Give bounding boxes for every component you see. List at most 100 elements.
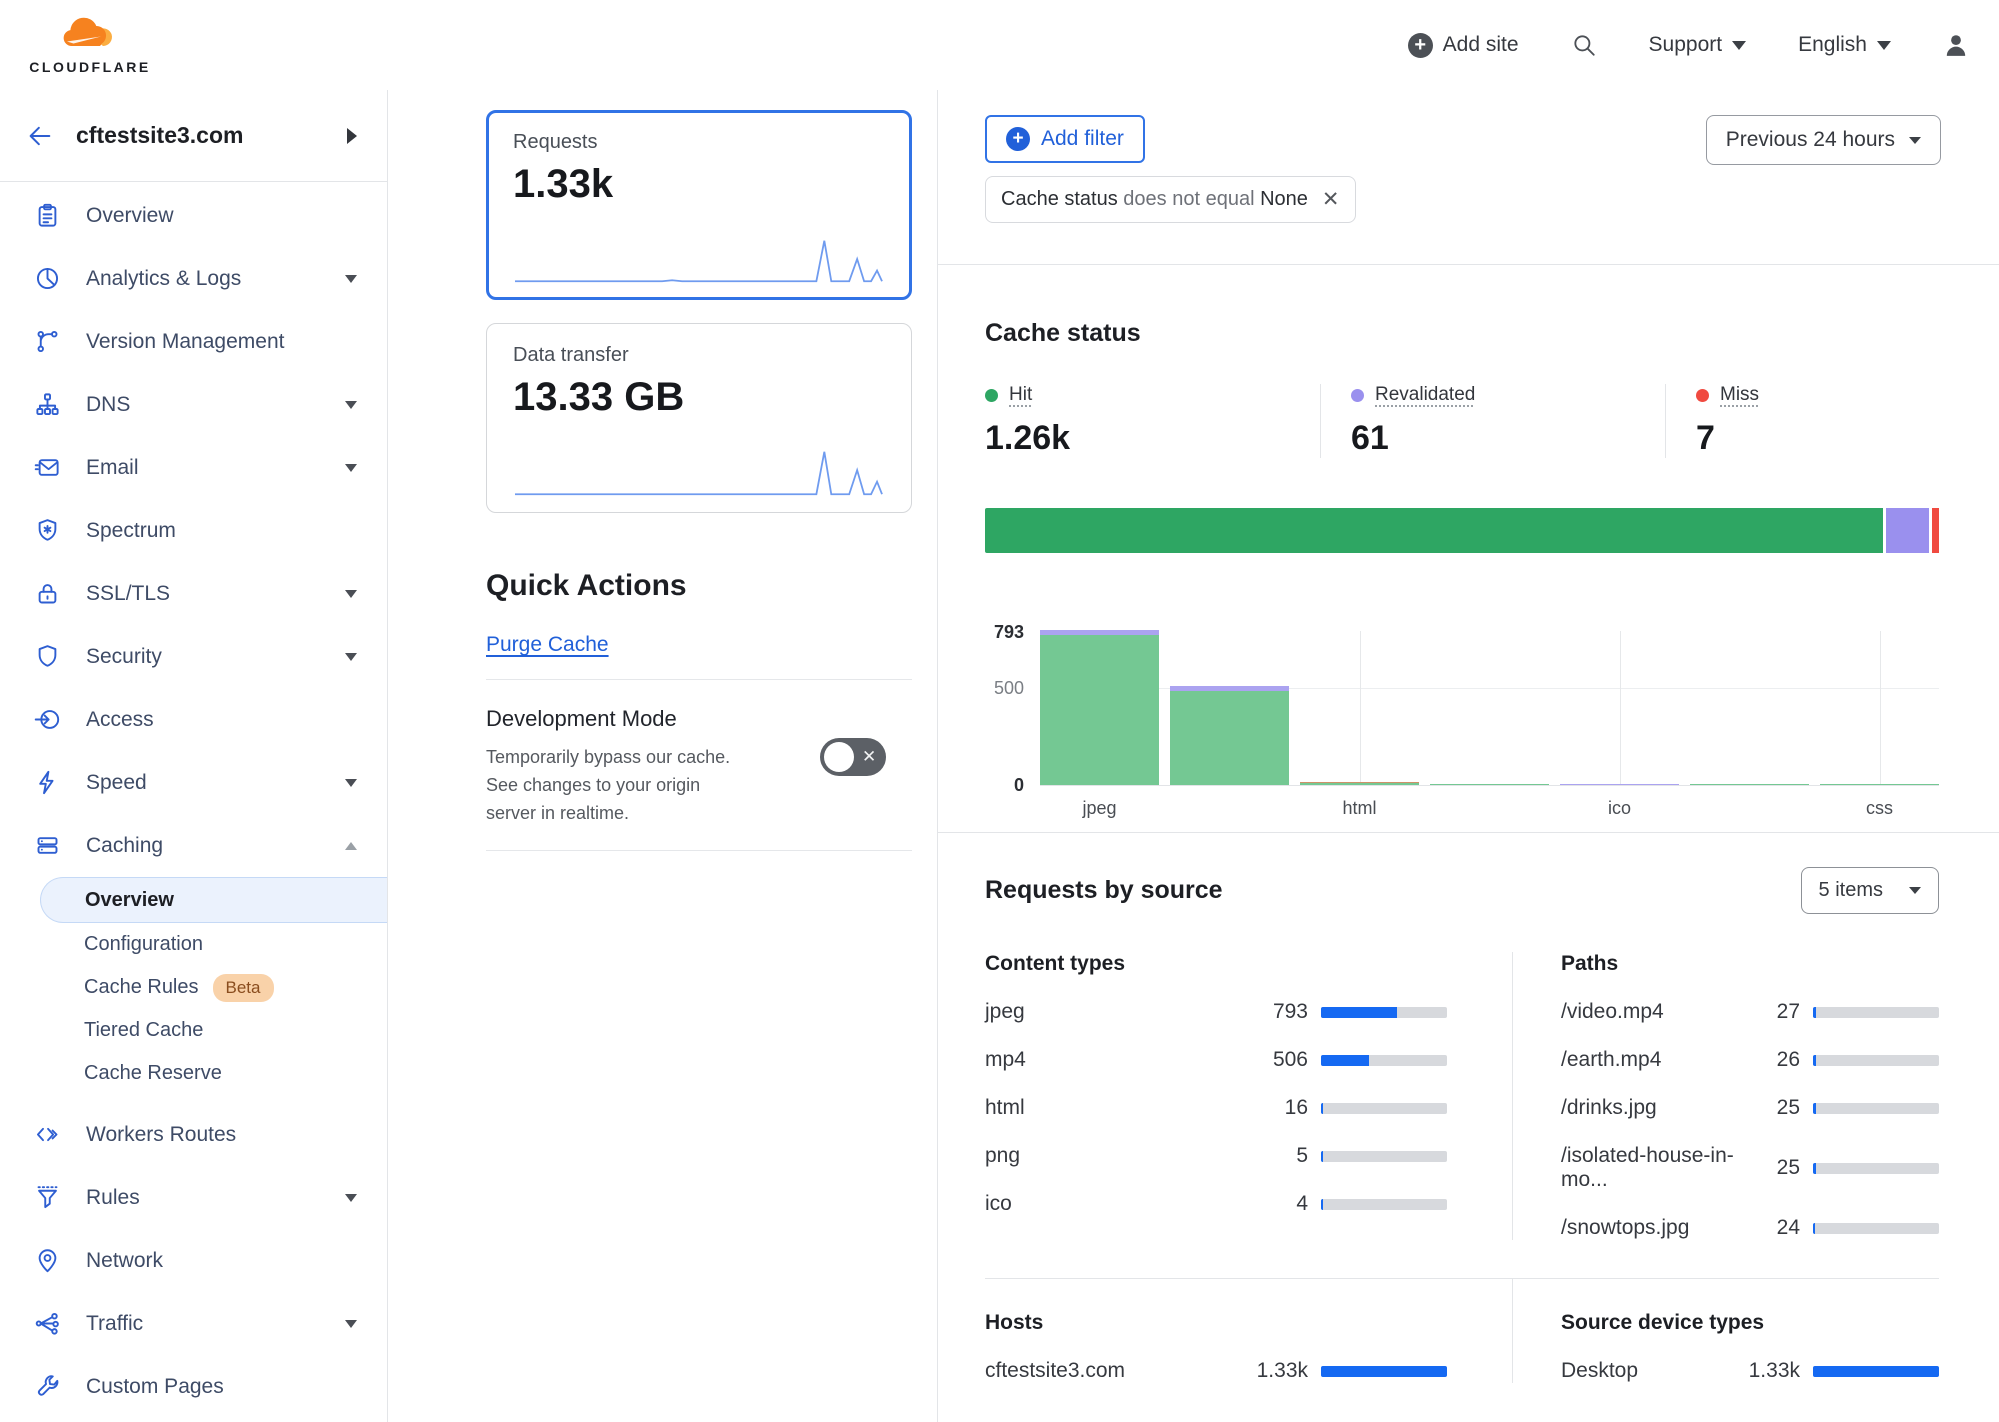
bar-segment-hit xyxy=(1820,784,1939,786)
chart-bar xyxy=(1430,631,1549,785)
sidebar-item-custom-pages[interactable]: Custom Pages xyxy=(0,1355,387,1418)
table-row: png5 xyxy=(985,1144,1447,1168)
cloudflare-cloud-icon xyxy=(59,15,121,57)
chart-bar: jpeg xyxy=(1040,631,1159,785)
pie-chart-icon xyxy=(34,265,61,292)
location-pin-icon xyxy=(34,1247,61,1274)
x-tick-label: html xyxy=(1300,798,1419,819)
miss-value: 7 xyxy=(1696,419,1759,458)
requests-by-source-section: Requests by source 5 items Content types… xyxy=(938,833,1999,1383)
revalidated-label[interactable]: Revalidated xyxy=(1375,384,1475,406)
table-row: /drinks.jpg25 xyxy=(1561,1096,1939,1120)
sidebar-item-overview[interactable]: Overview xyxy=(0,184,387,247)
search-icon[interactable] xyxy=(1571,32,1597,58)
chevron-down-icon xyxy=(1909,137,1921,144)
chevron-down-icon xyxy=(345,275,357,283)
chevron-down-icon xyxy=(1732,41,1746,50)
server-stack-icon xyxy=(34,832,61,859)
sidebar-item-security[interactable]: Security xyxy=(0,625,387,688)
revalidated-segment xyxy=(1886,508,1930,553)
plus-icon: + xyxy=(1006,127,1030,151)
time-range-dropdown[interactable]: Previous 24 hours xyxy=(1706,115,1941,165)
source-device-types-title: Source device types xyxy=(1561,1311,1939,1335)
paths-title: Paths xyxy=(1561,952,1939,976)
data-transfer-metric-card[interactable]: Data transfer 13.33 GB xyxy=(486,323,912,513)
development-mode-toggle[interactable]: ✕ xyxy=(820,738,886,776)
add-site-button[interactable]: + Add site xyxy=(1408,33,1519,58)
login-arrow-icon xyxy=(34,706,61,733)
toggle-knob xyxy=(824,742,854,772)
miss-label[interactable]: Miss xyxy=(1720,384,1759,406)
revalidated-dot-icon xyxy=(1351,389,1364,402)
sidebar-item-rules[interactable]: Rules xyxy=(0,1166,387,1229)
beta-badge: Beta xyxy=(213,974,274,1002)
sidebar-item-access[interactable]: Access xyxy=(0,688,387,751)
sidebar-subitem-cache-reserve[interactable]: Cache Reserve xyxy=(0,1052,387,1095)
sidebar-item-caching[interactable]: Caching xyxy=(0,814,387,877)
chip-operator: does not equal xyxy=(1123,188,1254,210)
x-gridline xyxy=(1880,631,1881,785)
sidebar-subitem-caching-overview[interactable]: Overview xyxy=(40,877,387,923)
requests-sparkline xyxy=(513,233,885,287)
bar-segment-hit xyxy=(1300,783,1419,785)
table-row: /video.mp427 xyxy=(1561,1000,1939,1024)
language-menu[interactable]: English xyxy=(1798,33,1891,57)
site-name: cftestsite3.com xyxy=(76,122,325,149)
sidebar-item-speed[interactable]: Speed xyxy=(0,751,387,814)
chart-bar: html xyxy=(1300,631,1419,785)
cache-column-chart-plot: jpeghtmlicocss xyxy=(1040,631,1939,786)
data-transfer-label: Data transfer xyxy=(513,344,885,367)
hit-label[interactable]: Hit xyxy=(1009,384,1032,406)
sidebar-item-workers-routes[interactable]: Workers Routes xyxy=(0,1103,387,1166)
divider xyxy=(486,679,912,680)
sidebar-item-traffic[interactable]: Traffic xyxy=(0,1292,387,1355)
sidebar-item-analytics-logs[interactable]: Analytics & Logs xyxy=(0,247,387,310)
sidebar-subitem-configuration[interactable]: Configuration xyxy=(0,923,387,966)
legend-hit: Hit 1.26k xyxy=(985,384,1320,458)
hit-value: 1.26k xyxy=(985,419,1320,458)
lightning-icon xyxy=(34,769,61,796)
y-tick-793: 793 xyxy=(994,622,1024,643)
sidebar-item-dns[interactable]: DNS xyxy=(0,373,387,436)
table-row: mp4506 xyxy=(985,1048,1447,1072)
data-transfer-value: 13.33 GB xyxy=(513,375,885,420)
cache-status-column-chart: 793 500 0 jpeghtmlicocss xyxy=(985,631,1939,786)
paths-table: Paths /video.mp427 /earth.mp426 /drinks.… xyxy=(1512,952,1939,1240)
language-label: English xyxy=(1798,33,1867,57)
add-filter-button[interactable]: + Add filter xyxy=(985,115,1145,163)
source-device-types-table: Source device types Desktop1.33k xyxy=(1512,1279,1939,1383)
cache-status-title: Cache status xyxy=(985,265,1939,348)
chart-bar xyxy=(1170,631,1289,785)
miss-segment xyxy=(1932,508,1939,553)
sidebar-item-email[interactable]: Email xyxy=(0,436,387,499)
x-tick-label: css xyxy=(1820,798,1939,819)
sidebar-item-version-management[interactable]: Version Management xyxy=(0,310,387,373)
items-count-dropdown[interactable]: 5 items xyxy=(1801,867,1939,914)
branch-icon xyxy=(34,328,61,355)
support-menu[interactable]: Support xyxy=(1649,33,1747,57)
chip-close-icon[interactable]: ✕ xyxy=(1322,187,1340,212)
back-arrow-icon[interactable] xyxy=(26,122,54,150)
code-brackets-icon xyxy=(34,1121,61,1148)
site-switcher-chevron-icon[interactable] xyxy=(347,128,357,144)
development-mode-section: Development Mode Temporarily bypass our … xyxy=(486,706,912,828)
cloudflare-logo[interactable]: CLOUDFLARE xyxy=(36,15,144,75)
sidebar-subitem-cache-rules[interactable]: Cache Rules Beta xyxy=(0,966,387,1009)
sidebar: cftestsite3.com Overview Analytics & Log… xyxy=(0,90,388,1422)
development-mode-title: Development Mode xyxy=(486,706,912,732)
purge-cache-link[interactable]: Purge Cache xyxy=(486,633,609,657)
chevron-down-icon xyxy=(1909,887,1921,894)
table-row: Desktop1.33k xyxy=(1561,1359,1939,1383)
sidebar-item-ssl-tls[interactable]: SSL/TLS xyxy=(0,562,387,625)
share-nodes-icon xyxy=(34,1310,61,1337)
filter-chip[interactable]: Cache status does not equal None ✕ xyxy=(985,176,1356,223)
sidebar-item-spectrum[interactable]: Spectrum xyxy=(0,499,387,562)
divider xyxy=(486,850,912,851)
cloudflare-wordmark: CLOUDFLARE xyxy=(29,59,150,75)
content-types-title: Content types xyxy=(985,952,1447,976)
sidebar-item-network[interactable]: Network xyxy=(0,1229,387,1292)
chevron-down-icon xyxy=(1877,41,1891,50)
requests-metric-card[interactable]: Requests 1.33k xyxy=(486,110,912,300)
user-account-icon[interactable] xyxy=(1943,32,1969,58)
sidebar-subitem-tiered-cache[interactable]: Tiered Cache xyxy=(0,1009,387,1052)
